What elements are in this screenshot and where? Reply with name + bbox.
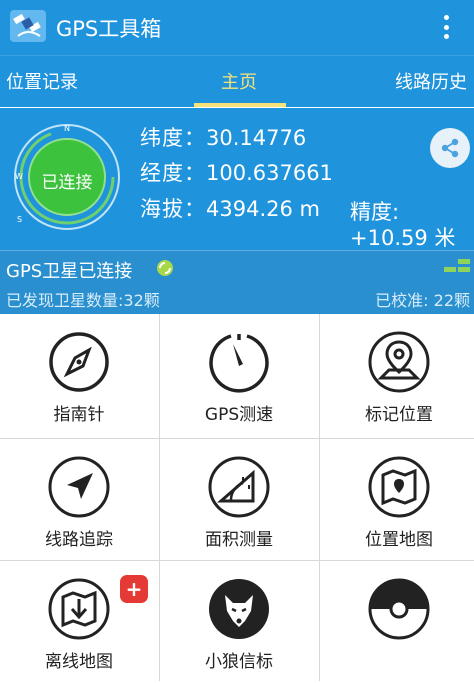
map-pin-icon	[368, 331, 430, 393]
accuracy-value: +10.59 米	[350, 226, 456, 250]
longitude-label: 经度：	[140, 161, 206, 185]
map-icon	[368, 456, 430, 518]
tool-label: 指南针	[53, 405, 105, 425]
svg-text:S: S	[17, 215, 22, 224]
share-button[interactable]	[430, 128, 470, 168]
protractor-icon	[208, 456, 270, 518]
tool-gps-speed[interactable]: GPS测速	[160, 314, 318, 436]
altitude-row: 海拔：4394.26 m	[140, 193, 320, 223]
share-icon	[441, 138, 459, 158]
calibrated-count: 已校准: 22颗	[375, 291, 470, 310]
latitude-row: 纬度：30.14776	[140, 122, 306, 152]
tool-label: 线路追踪	[45, 530, 113, 550]
tool-pokeball[interactable]	[320, 561, 474, 683]
tool-label: 小狼信标	[205, 652, 273, 672]
compass-icon	[49, 332, 109, 392]
tool-mark-location[interactable]: 标记位置	[320, 314, 474, 436]
satellite-app-logo	[10, 10, 46, 42]
tool-label: 位置地图	[365, 530, 433, 550]
gps-satellite-bar: GPS卫星已连接 已发现卫星数量:32颗 已校准: 22颗	[0, 250, 474, 314]
tool-label: 标记位置	[365, 405, 433, 425]
wolf-icon	[209, 579, 269, 639]
active-tab-indicator	[194, 103, 286, 107]
tools-grid: 指南针 GPS测速 标记位置 线路追踪 面积测量 位置地图 + 离线地图 小狼信…	[0, 314, 474, 681]
tool-wolf-beacon[interactable]: 小狼信标	[160, 561, 318, 683]
latitude-label: 纬度：	[140, 126, 206, 150]
overflow-menu-icon[interactable]	[438, 12, 454, 42]
gps-status-panel: W N S 已连接 纬度：30.14776 经度：100.637661 海拔：4…	[0, 108, 474, 250]
tool-offline-map[interactable]: + 离线地图	[0, 561, 158, 683]
download-map-icon	[48, 578, 110, 640]
tab-home[interactable]: 主页	[221, 68, 257, 94]
pokeball-icon	[368, 578, 430, 640]
tool-location-map[interactable]: 位置地图	[320, 439, 474, 561]
satellites-found-count: 已发现卫星数量:32颗	[6, 291, 160, 310]
app-title: GPS工具箱	[56, 17, 162, 41]
tab-bar: 位置记录 主页 线路历史	[0, 55, 474, 107]
altitude-value: 4394.26 m	[206, 197, 320, 221]
tool-compass[interactable]: 指南针	[0, 314, 158, 436]
connection-status-label: 已连接	[41, 173, 93, 193]
longitude-row: 经度：100.637661	[140, 157, 333, 187]
gps-connected-title: GPS卫星已连接	[6, 261, 133, 282]
tab-location-records[interactable]: 位置记录	[6, 68, 78, 94]
new-badge: +	[120, 575, 148, 603]
satellite-signal-icon	[157, 260, 173, 276]
svg-text:N: N	[64, 124, 70, 133]
tool-label: 面积测量	[205, 530, 273, 550]
speedometer-icon	[209, 334, 269, 393]
app-bar: GPS工具箱	[0, 0, 474, 55]
tool-route-tracking[interactable]: 线路追踪	[0, 439, 158, 561]
tool-area-measure[interactable]: 面积测量	[160, 439, 318, 561]
tool-label: GPS测速	[204, 405, 274, 425]
longitude-value: 100.637661	[206, 161, 333, 185]
altitude-label: 海拔：	[140, 197, 206, 221]
tab-route-history[interactable]: 线路历史	[395, 68, 467, 94]
navigation-arrow-icon	[48, 456, 110, 518]
signal-bars-icon	[444, 259, 470, 272]
latitude-value: 30.14776	[206, 126, 307, 150]
tool-label: 离线地图	[45, 652, 113, 672]
